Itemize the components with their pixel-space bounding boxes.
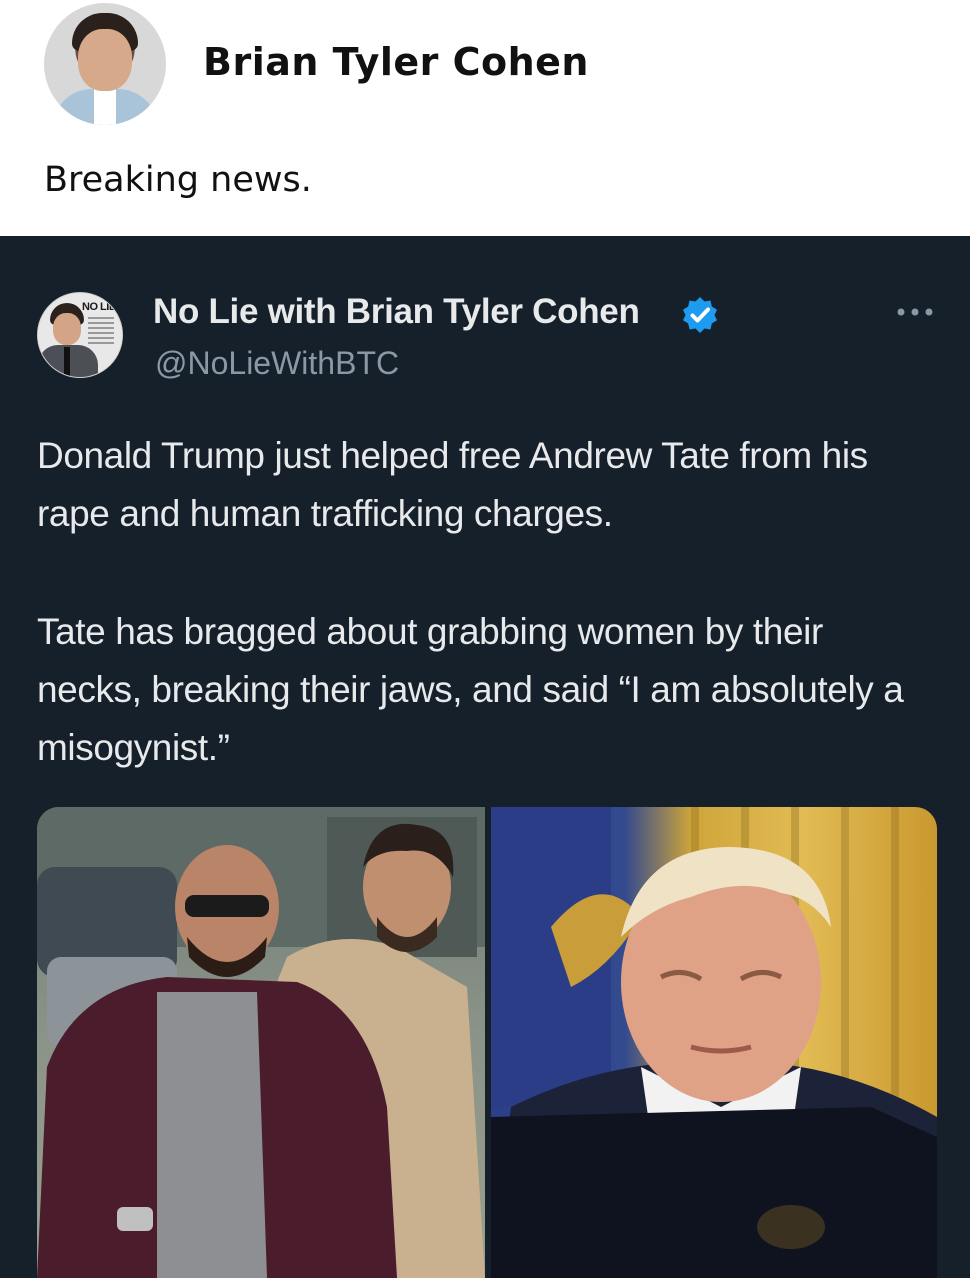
author-name[interactable]: Brian Tyler Cohen <box>203 40 589 84</box>
quoted-author-handle[interactable]: @NoLieWithBTC <box>155 345 399 382</box>
photo-trump[interactable] <box>491 807 937 1278</box>
media-gallery[interactable] <box>37 807 937 1278</box>
outer-post-header: Brian Tyler Cohen Breaking news. <box>0 0 970 236</box>
photo-two-men[interactable] <box>37 807 485 1278</box>
avatar-tie-shape <box>64 347 70 377</box>
quoted-author-avatar[interactable]: NO LIE <box>37 292 123 378</box>
photo-two-men-illustration <box>37 807 485 1278</box>
avatar-shirt-shape <box>94 89 116 125</box>
avatar-face-shape <box>53 313 81 345</box>
avatar-logo-lines <box>88 317 114 347</box>
quoted-author-name[interactable]: No Lie with Brian Tyler Cohen <box>153 292 640 332</box>
photo-trump-illustration <box>491 807 937 1278</box>
avatar-face-shape <box>78 29 132 91</box>
avatar-logo-text: NO LIE <box>82 301 116 313</box>
author-avatar[interactable] <box>44 3 166 125</box>
quoted-post-paragraph: Tate has bragged about grabbing women by… <box>37 611 904 768</box>
verified-badge-icon <box>683 297 717 333</box>
quoted-post-text: Donald Trump just helped free Andrew Tat… <box>37 427 937 777</box>
post-text: Breaking news. <box>44 160 312 200</box>
more-options-icon[interactable] <box>893 300 937 324</box>
quoted-post-paragraph: Donald Trump just helped free Andrew Tat… <box>37 435 868 534</box>
